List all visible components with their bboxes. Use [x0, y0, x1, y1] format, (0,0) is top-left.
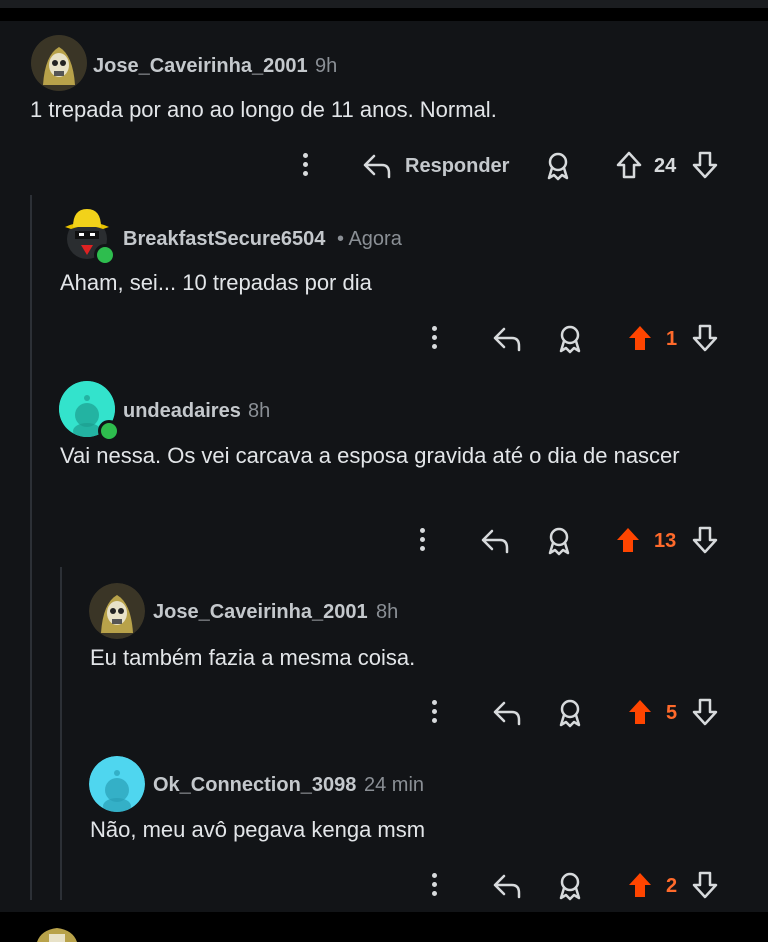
comment-body: Eu também fazia a mesma coisa.: [90, 645, 416, 670]
reply-icon[interactable]: [362, 152, 392, 180]
avatar[interactable]: [89, 583, 145, 639]
award-icon[interactable]: [544, 151, 572, 181]
comment-body: Não, meu avô pegava kenga msm: [90, 817, 426, 842]
skull-avatar-icon: [89, 583, 145, 639]
more-options-icon[interactable]: [432, 873, 438, 900]
downvote-icon[interactable]: [692, 871, 718, 899]
comment-body: 1 trepada por ano ao longo de 11 anos. N…: [30, 97, 497, 122]
avatar[interactable]: [31, 35, 87, 91]
comment-author[interactable]: Jose_Caveirinha_2001: [93, 55, 308, 78]
reply-button[interactable]: Responder: [405, 155, 509, 178]
comment-author[interactable]: Ok_Connection_3098: [153, 774, 356, 797]
online-indicator: [94, 244, 116, 266]
award-icon[interactable]: [545, 526, 573, 556]
comment-time: 8h: [248, 400, 271, 422]
upvote-icon[interactable]: [615, 526, 641, 554]
more-options-icon[interactable]: [420, 528, 426, 555]
comment-author[interactable]: Jose_Caveirinha_2001: [153, 601, 368, 624]
downvote-icon[interactable]: [692, 151, 718, 179]
reply-icon[interactable]: [492, 699, 522, 727]
comment-author[interactable]: BreakfastSecure6504: [123, 228, 325, 251]
vote-count: 5: [666, 702, 678, 724]
more-options-icon[interactable]: [303, 153, 309, 180]
thread-line[interactable]: [60, 567, 62, 900]
award-icon[interactable]: [556, 871, 584, 901]
comment-time: 8h: [376, 601, 399, 623]
comment-time: • Agora: [337, 228, 402, 250]
reply-icon[interactable]: [492, 325, 522, 353]
upvote-icon[interactable]: [627, 871, 653, 899]
vote-count: 24: [654, 155, 677, 177]
award-icon[interactable]: [556, 698, 584, 728]
snoo-avatar-icon: [89, 756, 145, 812]
reply-icon[interactable]: [480, 527, 510, 555]
comment-time: 24 min: [364, 774, 425, 796]
next-comment-avatar-icon: [37, 928, 77, 942]
comment-author[interactable]: undeadaires: [123, 400, 241, 423]
comment-body: Aham, sei... 10 trepadas por dia: [60, 270, 372, 295]
upvote-icon[interactable]: [627, 324, 653, 352]
vote-count: 13: [654, 530, 677, 552]
upvote-icon[interactable]: [627, 698, 653, 726]
upvote-icon[interactable]: [616, 151, 642, 179]
vote-count: 1: [666, 328, 678, 350]
skull-avatar-icon: [31, 35, 87, 91]
downvote-icon[interactable]: [692, 698, 718, 726]
online-indicator: [98, 420, 120, 442]
status-strip: [0, 0, 768, 8]
more-options-icon[interactable]: [432, 326, 438, 353]
thread-line[interactable]: [30, 195, 32, 900]
reply-icon[interactable]: [492, 872, 522, 900]
avatar[interactable]: [89, 756, 145, 812]
downvote-icon[interactable]: [692, 324, 718, 352]
award-icon[interactable]: [556, 324, 584, 354]
more-options-icon[interactable]: [432, 700, 438, 727]
downvote-icon[interactable]: [692, 526, 718, 554]
comment-time: 9h: [315, 55, 338, 77]
vote-count: 2: [666, 875, 678, 897]
comment-body: Vai nessa. Os vei carcava a esposa gravi…: [60, 443, 680, 468]
